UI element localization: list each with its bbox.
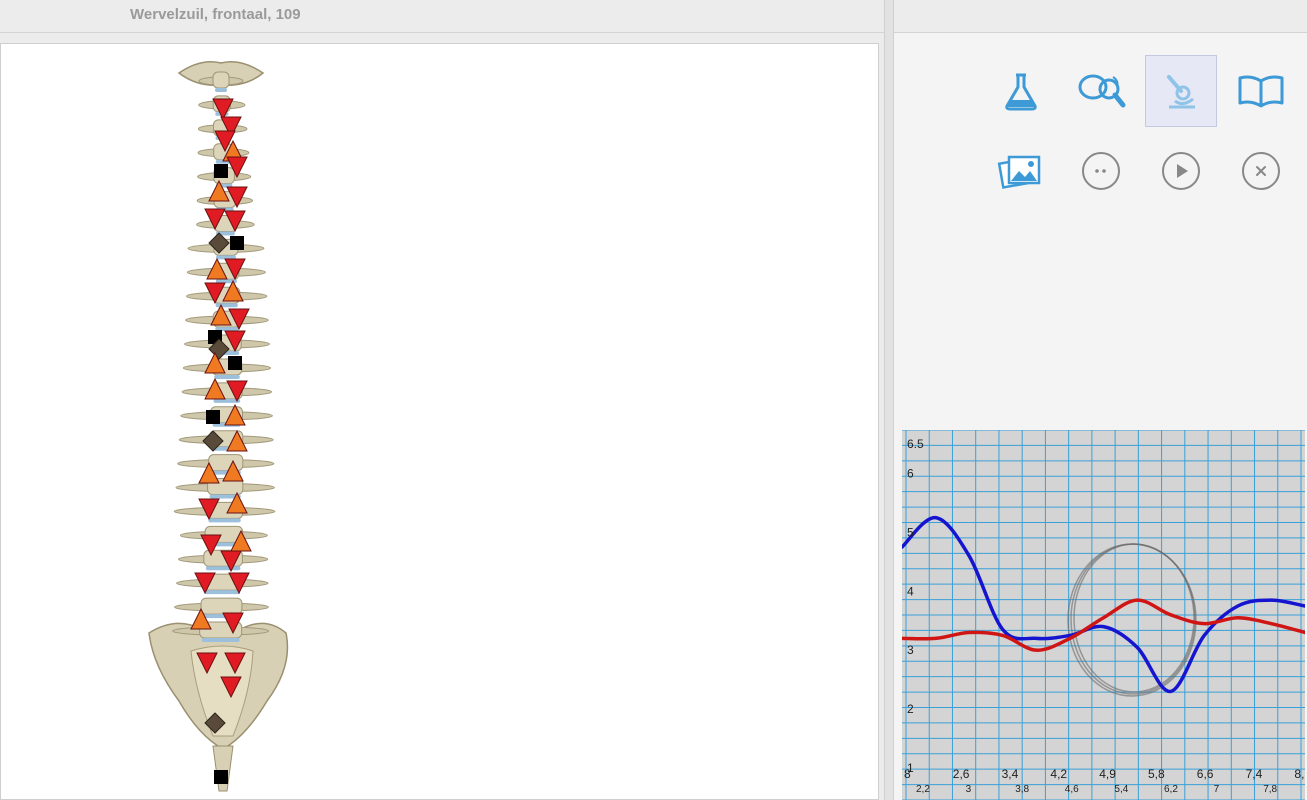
y-tick-label: 2: [907, 702, 914, 716]
marker-square[interactable]: [214, 770, 228, 784]
x-tick-label-minor: 4,6: [1065, 784, 1079, 795]
x-tick-label: 2,6: [953, 767, 970, 781]
x-tick-label: 7,4: [1246, 767, 1263, 781]
x-tick-label-minor: 5,4: [1114, 784, 1128, 795]
x-tick-label: 6,6: [1197, 767, 1214, 781]
x-tick-label: 8: [904, 767, 911, 781]
marker-red-triangle[interactable]: [224, 210, 246, 233]
marker-red-triangle[interactable]: [220, 676, 242, 699]
x-tick-label-minor: 7: [1214, 784, 1220, 795]
marker-red-triangle[interactable]: [220, 550, 242, 573]
marker-red-triangle[interactable]: [226, 380, 248, 403]
more-icon: [1082, 152, 1120, 190]
x-tick-label-minor: 7,8: [1263, 784, 1277, 795]
marker-red-triangle[interactable]: [224, 652, 246, 675]
marker-orange-triangle[interactable]: [206, 257, 228, 280]
marker-red-triangle[interactable]: [212, 98, 234, 121]
more-button[interactable]: [1065, 135, 1137, 207]
marker-orange-triangle[interactable]: [210, 303, 232, 326]
y-tick-label: 6.5: [907, 437, 924, 451]
marker-red-triangle[interactable]: [204, 282, 226, 305]
gallery-button[interactable]: [985, 135, 1057, 207]
marker-orange-triangle[interactable]: [226, 491, 248, 514]
marker-orange-triangle[interactable]: [204, 377, 226, 400]
book-button[interactable]: [1225, 55, 1297, 127]
anatomy-canvas[interactable]: [0, 43, 879, 800]
marker-diamond[interactable]: [208, 232, 230, 254]
marker-red-triangle[interactable]: [228, 308, 250, 331]
search-eye-button[interactable]: [1065, 55, 1137, 127]
left-header-gap: [0, 33, 884, 43]
marker-red-triangle[interactable]: [196, 652, 218, 675]
left-header: Wervelzuil, frontaal, 109: [0, 0, 884, 33]
marker-orange-triangle[interactable]: [208, 179, 230, 202]
marker-red-triangle[interactable]: [198, 498, 220, 521]
marker-orange-triangle[interactable]: [198, 461, 220, 484]
line-chart: 1234566.582,63,44,24,95,86,67,48,22,233,…: [902, 430, 1305, 800]
x-tick-label-minor: 6,2: [1164, 784, 1178, 795]
marker-red-triangle[interactable]: [224, 258, 246, 281]
play-button[interactable]: [1145, 135, 1217, 207]
microscope-icon: [1167, 75, 1195, 109]
y-tick-label: 4: [907, 584, 914, 598]
y-tick-label: 6: [907, 466, 914, 480]
marker-red-triangle[interactable]: [228, 572, 250, 595]
x-tick-label: 4,2: [1050, 767, 1067, 781]
x-tick-label: 3,4: [1002, 767, 1019, 781]
marker-diamond[interactable]: [204, 712, 226, 734]
y-tick-label: 5: [907, 525, 914, 539]
x-tick-label-minor: 3,8: [1015, 784, 1029, 795]
book-icon: [1238, 75, 1284, 108]
x-tick-label: 8,2: [1294, 767, 1305, 781]
marker-orange-triangle[interactable]: [222, 459, 244, 482]
marker-diamond[interactable]: [202, 430, 224, 452]
marker-red-triangle[interactable]: [222, 612, 244, 635]
x-tick-label-minor: 2,2: [916, 784, 930, 795]
marker-red-triangle[interactable]: [226, 156, 248, 179]
flask-button[interactable]: [985, 55, 1057, 127]
y-tick-label: 3: [907, 643, 914, 657]
gallery-icon: [997, 155, 1041, 189]
x-tick-label-minor: 3: [966, 784, 972, 795]
panel-splitter[interactable]: [884, 0, 894, 800]
microscope-button[interactable]: [1145, 55, 1217, 127]
marker-square[interactable]: [230, 236, 244, 250]
marker-orange-triangle[interactable]: [224, 403, 246, 426]
marker-orange-triangle[interactable]: [190, 607, 212, 630]
marker-orange-triangle[interactable]: [222, 279, 244, 302]
marker-orange-triangle[interactable]: [230, 529, 252, 552]
marker-red-triangle[interactable]: [200, 534, 222, 557]
search-eye-icon: [1078, 74, 1126, 108]
marker-orange-triangle[interactable]: [226, 429, 248, 452]
x-tick-label: 5,8: [1148, 767, 1165, 781]
chart-svg: 1234566.582,63,44,24,95,86,67,48,22,233,…: [902, 430, 1305, 800]
x-tick-label: 4,9: [1099, 767, 1116, 781]
play-icon: [1162, 152, 1200, 190]
marker-square[interactable]: [228, 356, 242, 370]
marker-square[interactable]: [206, 410, 220, 424]
close-icon: [1242, 152, 1280, 190]
page-title: Wervelzuil, frontaal, 109: [130, 6, 301, 23]
right-header: [894, 0, 1307, 33]
series-line-1: [902, 515, 1305, 694]
marker-red-triangle[interactable]: [194, 572, 216, 595]
marker-red-triangle[interactable]: [204, 208, 226, 231]
marker-layer: [190, 98, 252, 784]
marker-red-triangle[interactable]: [226, 186, 248, 209]
flask-icon: [1005, 73, 1037, 111]
close-button[interactable]: [1225, 135, 1297, 207]
marker-square[interactable]: [214, 164, 228, 178]
